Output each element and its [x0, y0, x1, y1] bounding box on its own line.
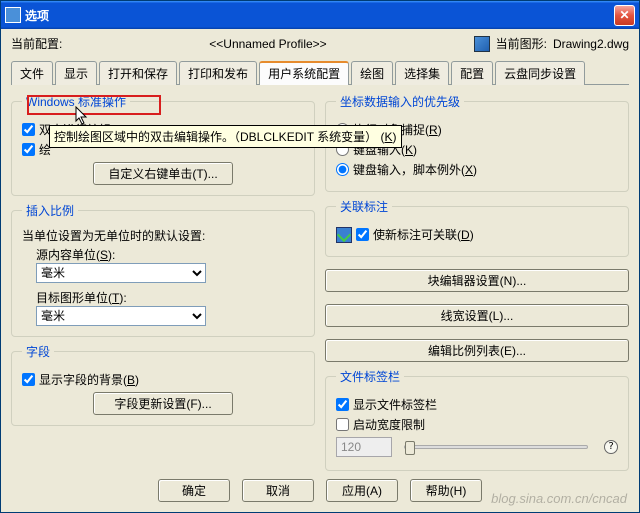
group-filetab: 文件标签栏 显示文件标签栏 启动宽度限制 ?: [325, 368, 629, 471]
field-bg-checkbox[interactable]: [22, 373, 35, 386]
field-bg-label: 显示字段的背景(B): [39, 371, 139, 388]
current-profile-label: 当前配置:: [11, 35, 62, 52]
group-insert-scale: 插入比例 当单位设置为无单位时的默认设置: 源内容单位(S): 毫米 目标图形单…: [11, 202, 315, 337]
assoc-label: 使新标注可关联(D): [373, 226, 474, 243]
tab-3[interactable]: 打印和发布: [179, 61, 257, 85]
help-button[interactable]: 帮助(H): [410, 479, 482, 502]
apply-button[interactable]: 应用(A): [326, 479, 398, 502]
scale-description: 当单位设置为无单位时的默认设置:: [22, 227, 304, 244]
width-slider[interactable]: [404, 445, 588, 449]
drawing-name: Drawing2.dwg: [553, 37, 629, 51]
group-fields-legend: 字段: [22, 343, 54, 360]
width-value-input: [336, 437, 392, 457]
lineweight-button[interactable]: 线宽设置(L)...: [325, 304, 629, 327]
group-assoc-dim-legend: 关联标注: [336, 198, 392, 215]
src-unit-block: 源内容单位(S): 毫米: [36, 246, 304, 283]
tab-4[interactable]: 用户系统配置: [259, 61, 349, 85]
ok-button[interactable]: 确定: [158, 479, 230, 502]
src-unit-select[interactable]: 毫米: [36, 263, 206, 283]
showtabs-checkbox[interactable]: [336, 398, 349, 411]
tab-8[interactable]: 云盘同步设置: [495, 61, 585, 85]
tab-5[interactable]: 绘图: [351, 61, 393, 85]
close-button[interactable]: ✕: [614, 5, 635, 26]
group-insert-scale-legend: 插入比例: [22, 202, 78, 219]
rclick-customize-button[interactable]: 自定义右键单击(T)...: [93, 162, 233, 185]
profile-name: <<Unnamed Profile>>: [68, 37, 467, 51]
window-title: 选项: [25, 7, 614, 24]
group-assoc-dim: 关联标注 使新标注可关联(D): [325, 198, 629, 257]
cancel-button[interactable]: 取消: [242, 479, 314, 502]
right-column: 坐标数据输入的优先级 执行对象捕捉(R) 键盘输入(K) 键盘输入，脚本例外(X…: [325, 93, 629, 471]
watermark: blog.sina.com.cn/cncad: [491, 491, 627, 506]
titlebar: 选项 ✕: [1, 1, 639, 29]
blockeditor-button[interactable]: 块编辑器设置(N)...: [325, 269, 629, 292]
assoc-icon: [336, 227, 352, 243]
tab-6[interactable]: 选择集: [395, 61, 449, 85]
tab-7[interactable]: 配置: [451, 61, 493, 85]
tgt-unit-label: 目标图形单位(T):: [36, 289, 304, 306]
tab-1[interactable]: 显示: [55, 61, 97, 85]
group-coord-priority-legend: 坐标数据输入的优先级: [336, 93, 464, 110]
assoc-checkbox[interactable]: [356, 228, 369, 241]
tabstrip: 文件显示打开和保存打印和发布用户系统配置绘图选择集配置云盘同步设置: [11, 60, 629, 85]
tab-2[interactable]: 打开和保存: [99, 61, 177, 85]
slider-thumb[interactable]: [405, 441, 415, 455]
group-windows-standard-legend: Windows 标准操作: [22, 93, 130, 110]
kbd-except-label: 键盘输入，脚本例外(X): [353, 161, 477, 178]
current-drawing-label: 当前图形:: [496, 35, 547, 52]
tab-0[interactable]: 文件: [11, 61, 53, 85]
field-update-button[interactable]: 字段更新设置(F)...: [93, 392, 233, 415]
profile-row: 当前配置: <<Unnamed Profile>> 当前图形: Drawing2…: [11, 35, 629, 52]
tgt-unit-block: 目标图形单位(T): 毫米: [36, 289, 304, 326]
group-filetab-legend: 文件标签栏: [336, 368, 404, 385]
content: 当前配置: <<Unnamed Profile>> 当前图形: Drawing2…: [1, 29, 639, 481]
tgt-unit-select[interactable]: 毫米: [36, 306, 206, 326]
drawing-icon: [474, 36, 490, 52]
body: Windows 标准操作 双击进行编辑(O) 绘 自定义右键单击(T)... 插…: [11, 93, 629, 471]
options-dialog: 选项 ✕ 当前配置: <<Unnamed Profile>> 当前图形: Dra…: [0, 0, 640, 513]
app-icon: [5, 7, 21, 23]
widthlimit-label: 启动宽度限制: [353, 416, 425, 433]
showtabs-label: 显示文件标签栏: [353, 396, 437, 413]
editscale-button[interactable]: 编辑比例列表(E)...: [325, 339, 629, 362]
help-icon[interactable]: ?: [604, 440, 618, 454]
draw-checkbox[interactable]: [22, 143, 35, 156]
kbd-except-radio[interactable]: [336, 163, 349, 176]
field-bg-row: 显示字段的背景(B): [22, 371, 304, 388]
widthlimit-checkbox[interactable]: [336, 418, 349, 431]
dblclick-edit-checkbox[interactable]: [22, 123, 35, 136]
group-fields: 字段 显示字段的背景(B) 字段更新设置(F)...: [11, 343, 315, 426]
src-unit-label: 源内容单位(S):: [36, 246, 304, 263]
tooltip: 控制绘图区域中的双击编辑操作。（DBLCLKEDIT 系统变量） (K): [49, 125, 402, 148]
left-column: Windows 标准操作 双击进行编辑(O) 绘 自定义右键单击(T)... 插…: [11, 93, 315, 471]
assoc-row: 使新标注可关联(D): [336, 226, 618, 243]
